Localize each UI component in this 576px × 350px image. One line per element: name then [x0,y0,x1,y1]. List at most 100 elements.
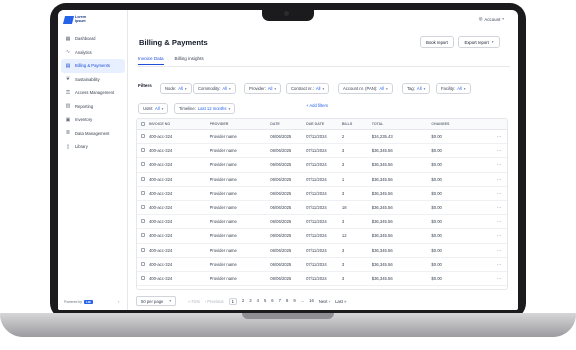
filter-chip-uom[interactable]: UoM: All ▾ [138,103,169,114]
sidebar-item-analytics[interactable]: ∿ Analytics [61,46,125,60]
row-checkbox[interactable] [137,261,149,267]
row-menu-icon[interactable]: ··· [491,134,507,139]
checkbox-icon [141,148,145,153]
column-header-provider[interactable]: PROVIDER [210,122,271,126]
column-header-date[interactable]: DATE [270,122,306,126]
column-header-bills[interactable]: BILLS [342,122,372,126]
filter-chip-timeline[interactable]: Timeline: Last 12 months ▾ [174,103,236,114]
filter-chip-provider[interactable]: Provider: All ▾ [244,83,282,94]
column-header-total[interactable]: TOTAL [372,122,432,126]
sidebar-item-reporting[interactable]: ▥ Reporting [61,100,125,114]
row-checkbox[interactable] [137,275,149,281]
first-page-button[interactable]: « First [188,299,200,304]
sidebar-item-label: Reporting [75,103,94,109]
row-menu-icon[interactable]: ··· [491,177,507,182]
cell-changes: $0.00 [431,162,442,168]
filter-chip-key: UoM: [143,106,154,111]
sidebar-item-label: Access Management [75,90,115,96]
sidebar-item-label: Sustainability [75,76,100,82]
previous-page-button[interactable]: ‹ Previous [205,299,224,304]
sidebar-item-inventory[interactable]: ▣ Inventory [61,113,125,127]
table-row[interactable]: 400-acc-324 Provider name 06/06/2025 07/11/… [137,144,507,159]
cell-due-date: 07/11/2024 [306,275,327,281]
last-page-button[interactable]: Last » [335,299,346,304]
page-3-button[interactable]: 3 [249,298,251,305]
column-header-changes[interactable]: CHANGES [431,122,491,126]
table-row[interactable]: 400-acc-324 Provider name 06/06/2025 07/11/… [137,187,507,201]
page-5-button[interactable]: 5 [264,298,266,305]
row-checkbox[interactable] [137,247,149,253]
row-menu-icon[interactable]: ··· [491,191,507,196]
row-checkbox[interactable] [137,134,149,139]
table-row[interactable]: 400-acc-324 Provider name 06/06/2025 07/11/… [137,258,507,272]
sidebar-item-label: Library [75,144,88,150]
row-menu-icon[interactable]: ··· [491,276,507,281]
receipt-icon: ▤ [65,62,71,69]
page-9-button[interactable]: 9 [293,298,295,305]
per-page-select[interactable]: 50 per page ▾ [136,296,177,306]
table-row[interactable]: 400-acc-324 Provider name 06/06/2025 07/11/… [137,229,507,244]
row-menu-icon[interactable]: ··· [491,162,507,167]
row-menu-icon[interactable]: ··· [491,262,507,267]
sidebar-item-billing-payments[interactable]: ▤ Billing & Payments [61,59,125,73]
page-7-button[interactable]: 7 [279,298,281,305]
sidebar-item-data-management[interactable]: ≣ Data Management [61,127,125,141]
row-menu-icon[interactable]: ··· [491,233,507,238]
filter-chip-facility[interactable]: Facility: All ▾ [436,83,471,94]
page-8-button[interactable]: 8 [286,298,288,305]
export-report-button[interactable]: Export report ▾ [458,36,500,48]
page-1-button[interactable]: 1 [228,297,237,305]
table-row[interactable]: 400-acc-324 Provider name 06/06/2025 07/11/… [137,158,507,173]
row-checkbox[interactable] [137,233,149,238]
logo[interactable]: Lorem Ipsum [62,16,86,24]
column-header-invoice-no[interactable]: INVOICE NO [149,122,210,126]
page-6-button[interactable]: 6 [271,298,273,305]
row-checkbox[interactable] [137,205,149,210]
row-checkbox[interactable] [137,219,149,224]
table-row[interactable]: 400-acc-324 Provider name 06/06/2025 07/11/… [137,215,507,230]
table-row[interactable]: 400-acc-324 Provider name 06/06/2025 07/11/… [137,272,507,287]
row-checkbox[interactable] [137,162,149,167]
row-menu-icon[interactable]: ··· [491,205,507,210]
account-menu[interactable]: ◎ Account ▾ [479,16,504,22]
page-16-button[interactable]: 16 [309,298,314,305]
table-row[interactable]: 400-acc-324 Provider name 06/06/2025 07/11/… [137,173,507,187]
sidebar-item-sustainability[interactable]: ❦ Sustainability [61,73,125,87]
add-filters-button[interactable]: + Add filters [306,103,328,108]
table-body: 400-acc-324 Provider name 06/06/2025 07/11/… [137,130,507,287]
cell-bills: 3 [341,261,345,267]
tab-invoice-data[interactable]: Invoice Data [138,56,164,65]
cell-changes: $0.00 [431,233,442,239]
cell-total: $36,345.56 [371,261,393,267]
chevron-down-icon: ▾ [229,86,231,91]
tab-billing-insights[interactable]: Billing insights [175,56,204,65]
column-header-due-date[interactable]: DUE DATE [306,122,342,126]
table-row[interactable]: 400-acc-324 Provider name 06/06/2025 07/11/… [137,201,507,216]
row-checkbox[interactable] [137,148,149,153]
filter-chip-commodity[interactable]: Commodity: All ▾ [193,83,236,94]
book-report-button[interactable]: Book report [420,36,454,48]
checkbox-icon [141,275,145,280]
cell-provider: Provider name [209,219,237,225]
page-4-button[interactable]: 4 [257,298,259,305]
table-row[interactable]: 400-acc-324 Provider name 06/06/2025 07/11/… [137,244,507,258]
filter-chip-node[interactable]: Node: All ▾ [160,83,192,94]
cell-changes: $0.00 [431,219,442,225]
filter-chip-account-nr-pan[interactable]: Account nr. (PAN): All ▾ [338,83,393,94]
row-menu-icon[interactable]: ··· [491,219,507,224]
sidebar-item-dashboard[interactable]: ▦ Dashboard [61,32,125,46]
row-checkbox[interactable] [137,190,149,196]
select-all-checkbox[interactable] [137,121,149,127]
sidebar-item-access-management[interactable]: ⚿ Access Management [61,86,125,100]
row-checkbox[interactable] [137,176,149,182]
row-menu-icon[interactable]: ··· [491,248,507,253]
collapse-sidebar-icon[interactable]: ‹ [118,299,119,304]
row-menu-icon[interactable]: ··· [491,148,507,153]
filter-chip-contract-nr[interactable]: Contract nr.: All ▾ [286,83,330,94]
sidebar-item-library[interactable]: ▯ Library [61,140,125,154]
page-2-button[interactable]: 2 [242,298,244,305]
next-page-button[interactable]: Next › [319,299,330,304]
table-row[interactable]: 400-acc-324 Provider name 06/06/2025 07/11/… [137,130,507,145]
filter-chip-tag[interactable]: Tag: All ▾ [402,83,431,94]
cell-bills: 3 [341,219,345,225]
